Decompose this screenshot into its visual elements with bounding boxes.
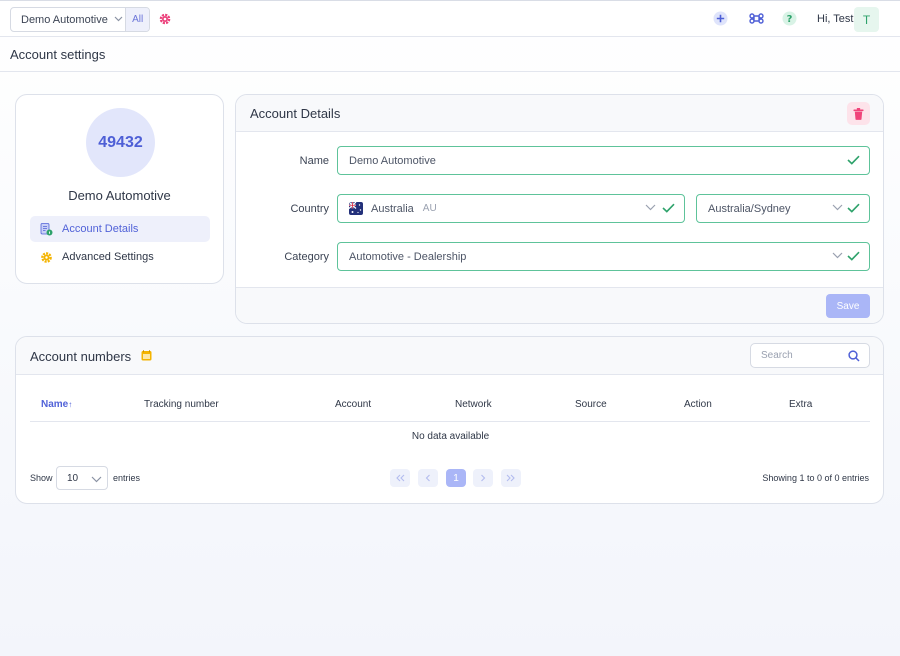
- top-bar: Demo Automotive All ? Hi, Test T: [0, 0, 900, 37]
- menu-item-label: Advanced Settings: [62, 251, 154, 263]
- card-header: Account Details: [236, 95, 883, 132]
- account-details-card: Account Details Name Demo Automotive Cou…: [235, 94, 884, 324]
- command-icon[interactable]: [749, 11, 764, 29]
- country-code: AU: [422, 203, 437, 214]
- column-header-tracking-number[interactable]: Tracking number: [144, 399, 219, 410]
- next-page-button[interactable]: [473, 469, 493, 487]
- account-name: Demo Automotive: [68, 188, 171, 203]
- card-footer: Save: [236, 287, 883, 323]
- chevron-right-icon: [481, 474, 486, 482]
- chevron-down-icon: [114, 14, 126, 25]
- account-profile-card: 49432 Demo Automotive Account Details Ad…: [15, 94, 224, 284]
- column-header-source[interactable]: Source: [575, 399, 607, 410]
- country-select[interactable]: Australia AU: [337, 194, 685, 223]
- check-icon: [847, 155, 860, 165]
- name-field-value: Demo Automotive: [349, 154, 436, 167]
- add-icon[interactable]: [713, 11, 728, 29]
- chevron-left-icon: [425, 474, 430, 482]
- page-length-select[interactable]: 10: [56, 466, 108, 490]
- australia-flag-icon: [349, 202, 363, 215]
- delete-account-button[interactable]: [847, 102, 870, 125]
- country-label: Country: [290, 203, 329, 215]
- check-icon: [847, 203, 860, 213]
- account-select[interactable]: Demo Automotive All: [10, 7, 150, 32]
- first-page-button[interactable]: [390, 469, 410, 487]
- account-avatar: 49432: [86, 108, 155, 177]
- svg-text:?: ?: [787, 14, 793, 25]
- page-title: Account settings: [10, 47, 106, 62]
- search-input[interactable]: [761, 350, 841, 361]
- last-page-button[interactable]: [501, 469, 521, 487]
- card-header: Account numbers: [16, 337, 883, 375]
- showing-entries-text: Showing 1 to 0 of 0 entries: [762, 473, 869, 483]
- user-greeting: Hi, Test: [817, 13, 854, 25]
- gear-icon: [41, 251, 52, 263]
- column-header-action[interactable]: Action: [684, 399, 712, 410]
- column-header-network[interactable]: Network: [455, 399, 492, 410]
- timezone-select[interactable]: Australia/Sydney: [696, 194, 870, 223]
- user-avatar[interactable]: T: [854, 7, 879, 32]
- check-icon: [662, 203, 675, 213]
- page-number-button[interactable]: 1: [446, 469, 466, 487]
- help-icon[interactable]: ?: [782, 11, 797, 29]
- sort-arrow-icon: ↑: [68, 400, 73, 409]
- no-data-message: No data available: [411, 431, 490, 442]
- save-button[interactable]: Save: [826, 294, 870, 318]
- document-info-icon: [40, 222, 53, 235]
- card-title: Account numbers: [30, 349, 132, 364]
- column-header-name[interactable]: Name↑: [41, 399, 72, 410]
- chevron-down-icon: [832, 252, 843, 259]
- menu-item-advanced-settings[interactable]: Advanced Settings: [30, 244, 210, 270]
- page-length-value: 10: [67, 472, 79, 484]
- account-numbers-card: Account numbers Name↑ Tracking number Ac…: [15, 336, 884, 504]
- column-header-account[interactable]: Account: [335, 399, 371, 410]
- chevron-down-icon: [832, 204, 843, 211]
- chevron-down-icon: [91, 476, 102, 483]
- entries-label: entries: [113, 473, 141, 483]
- name-label: Name: [299, 155, 329, 167]
- gear-icon[interactable]: [158, 12, 172, 26]
- search-box[interactable]: [750, 343, 870, 368]
- column-header-extra[interactable]: Extra: [789, 399, 812, 410]
- table-header-divider: [30, 421, 870, 422]
- timezone-value: Australia/Sydney: [708, 202, 791, 215]
- card-title: Account Details: [250, 106, 341, 121]
- menu-item-account-details[interactable]: Account Details: [30, 216, 210, 242]
- category-select[interactable]: Automotive - Dealership: [337, 242, 870, 271]
- calendar-icon[interactable]: [141, 350, 152, 361]
- trash-icon: [853, 107, 864, 120]
- category-value: Automotive - Dealership: [349, 250, 467, 263]
- show-label: Show: [30, 473, 53, 483]
- double-chevron-right-icon: [506, 474, 515, 482]
- check-icon: [847, 251, 860, 261]
- name-field[interactable]: Demo Automotive: [337, 146, 870, 175]
- category-label: Category: [284, 251, 329, 263]
- account-select-value: Demo Automotive: [21, 13, 108, 26]
- divider: [0, 71, 900, 72]
- search-icon[interactable]: [848, 350, 860, 362]
- previous-page-button[interactable]: [418, 469, 438, 487]
- double-chevron-left-icon: [396, 474, 405, 482]
- menu-item-label: Account Details: [62, 223, 139, 235]
- all-accounts-button[interactable]: All: [125, 8, 149, 31]
- country-value: Australia: [371, 202, 414, 215]
- chevron-down-icon: [645, 204, 656, 211]
